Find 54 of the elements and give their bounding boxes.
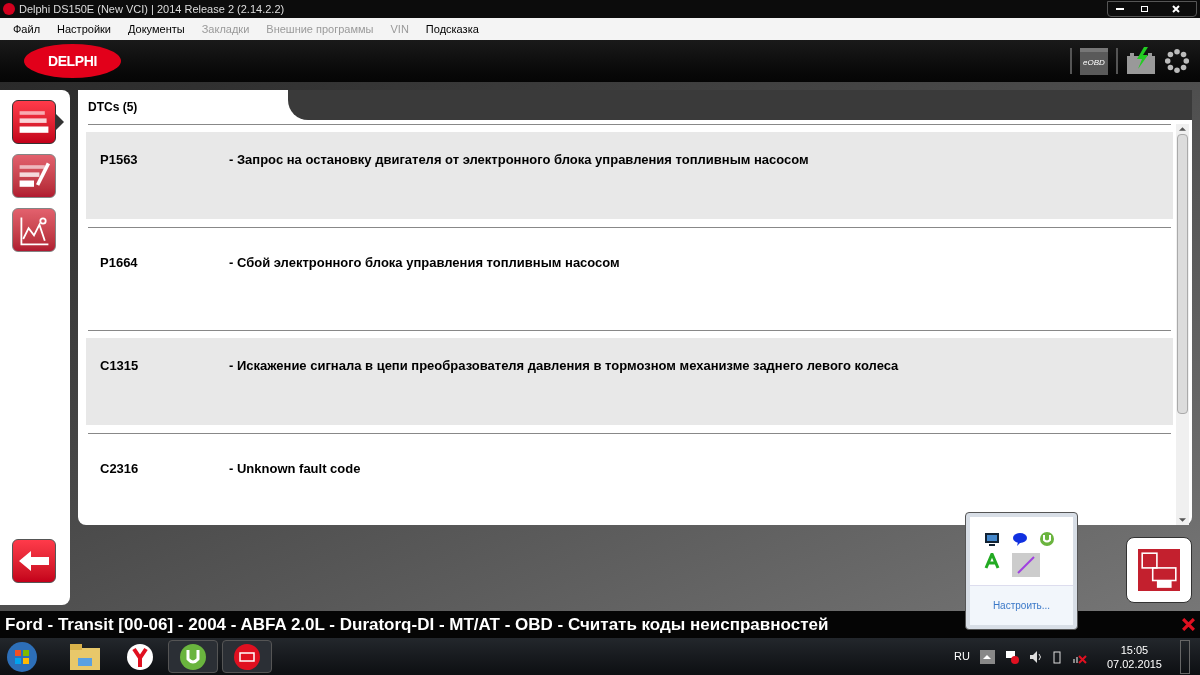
- app-icon: [3, 3, 15, 15]
- show-hidden-icons-button[interactable]: [979, 649, 995, 664]
- print-save-button[interactable]: [1126, 537, 1192, 603]
- sidebar-item[interactable]: [12, 154, 56, 198]
- browser-icon[interactable]: [126, 642, 154, 671]
- dtc-description: - Unknown fault code: [229, 460, 361, 478]
- torrent-icon: [179, 642, 207, 671]
- back-arrow-icon: [19, 551, 49, 571]
- start-button[interactable]: [6, 640, 38, 673]
- folder-icon[interactable]: [70, 643, 100, 670]
- dtc-code: P1563: [99, 151, 139, 169]
- sidebar-item[interactable]: [12, 100, 56, 144]
- menu-item[interactable]: Подсказка: [425, 20, 479, 38]
- caret-icon: [983, 654, 992, 659]
- dtc-row[interactable]: P1563 - Запрос на остановку двигателя от электронного блока управления топливным насосом: [86, 132, 1173, 219]
- battery-icon[interactable]: [1052, 649, 1061, 664]
- status-text: Ford - Transit [00-06] - 2004 - ABFA 2.0L - Duratorq-DI - MT/AT - OBD - Считать коды неисправностей: [5, 613, 829, 636]
- pen-icon[interactable]: [1011, 553, 1040, 577]
- dtc-description: - Сбой электронного блока управления топливным насосом: [229, 254, 620, 272]
- dtc-code: C2316: [99, 460, 140, 478]
- clock-date: 07.02.2015: [1106, 656, 1162, 671]
- sidebar-item[interactable]: [12, 208, 56, 252]
- torrent-taskbar-button[interactable]: [168, 640, 218, 673]
- menu-item[interactable]: Файл: [13, 20, 41, 38]
- torrent-icon[interactable]: [1039, 531, 1056, 547]
- dtc-description: - Искажение сигнала в цепи преобразователя давления в тормозном механизме заднего левого колеса: [229, 357, 899, 375]
- language-indicator[interactable]: RU: [954, 648, 970, 665]
- menu-item[interactable]: Документы: [128, 20, 185, 38]
- window-title: Delphi DS150E (New VCI) | 2014 Release 2 (2.14.2.2): [19, 1, 285, 17]
- dtc-description: - Запрос на остановку двигателя от электронного блока управления топливным насосом: [229, 151, 809, 169]
- eobd-button[interactable]: eOBD: [1080, 47, 1108, 75]
- battery-charging-icon[interactable]: [1126, 47, 1156, 75]
- dtc-code: C1315: [99, 357, 140, 375]
- delphi-logo: DELPHI: [24, 44, 121, 78]
- scroll-up-icon[interactable]: [1179, 127, 1186, 131]
- menu-item[interactable]: Настройки: [57, 20, 111, 38]
- chat-icon[interactable]: [1011, 531, 1028, 547]
- loading-icon: [1164, 48, 1190, 74]
- speaker-icon[interactable]: [1028, 649, 1043, 664]
- scrollbar[interactable]: [1176, 124, 1189, 525]
- delphi-taskbar-button[interactable]: [222, 640, 272, 673]
- scroll-thumb[interactable]: [1177, 134, 1188, 414]
- back-button[interactable]: [12, 539, 56, 583]
- show-desktop-button[interactable]: [1180, 639, 1190, 674]
- dtc-code: P1664: [99, 254, 139, 272]
- pointer-icon: [56, 114, 64, 130]
- close-icon: [1172, 5, 1180, 13]
- letter-a-icon[interactable]: [984, 553, 1000, 569]
- flag-icon[interactable]: [1004, 649, 1019, 664]
- dtc-row[interactable]: C1315 - Искажение сигнала в цепи преобразователя давления в тормозном механизме заднего левого колеса: [86, 338, 1173, 425]
- scroll-down-icon[interactable]: [1179, 518, 1186, 522]
- monitor-icon[interactable]: [984, 531, 1000, 547]
- close-icon[interactable]: [1182, 618, 1195, 631]
- clock-time: 15:05: [1120, 642, 1149, 657]
